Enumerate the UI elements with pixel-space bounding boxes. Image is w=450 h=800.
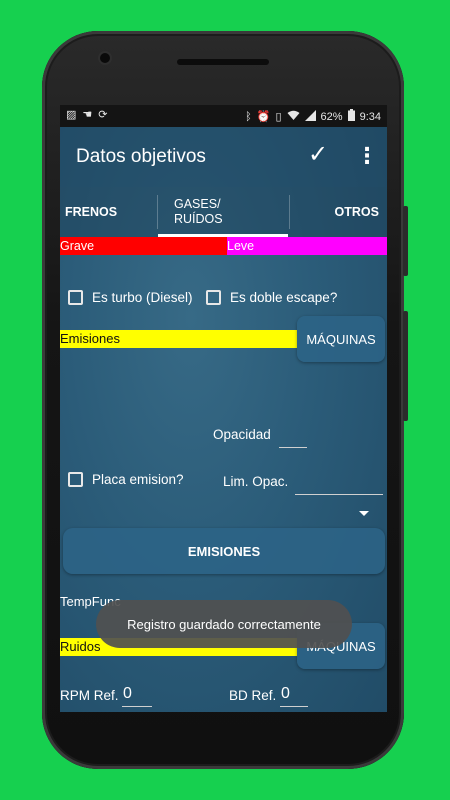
hand-icon: ☚ — [82, 109, 93, 121]
vibrate-icon: ▯ — [275, 110, 282, 123]
opacidad-label: Opacidad — [213, 427, 271, 442]
bd-ref-value[interactable]: 0 — [281, 685, 290, 703]
tab-bar: FRENOS GASES/ RUÍDOS OTROS — [60, 187, 387, 237]
placa-emision-label: Placa emision? — [92, 472, 184, 487]
rpm-ref-label: RPM Ref. — [60, 688, 119, 703]
doble-escape-checkbox-row[interactable]: Es doble escape? — [206, 290, 337, 305]
maquinas-emisiones-button[interactable]: MÁQUINAS — [297, 316, 385, 362]
battery-percent: 62% — [320, 111, 343, 123]
sync-icon: ⟳ — [98, 109, 108, 121]
rpm-ref-input[interactable] — [122, 706, 152, 707]
signal-icon — [304, 109, 316, 125]
bd-ref-label: BD Ref. — [229, 688, 277, 703]
grave-bar: Grave — [60, 237, 227, 255]
doble-escape-checkbox[interactable] — [206, 290, 221, 305]
earpiece-speaker — [177, 59, 269, 65]
bd-ref-input[interactable] — [280, 706, 308, 707]
emisiones-header: Emisiones — [60, 330, 297, 348]
image-icon: ▨ — [66, 109, 77, 121]
lim-opac-label: Lim. Opac. — [223, 474, 289, 489]
toast-message: Registro guardado correctamente — [96, 600, 352, 648]
phone-frame: ▨ ☚ ⟳ ᛒ ⏰ ▯ 62% 9:34 Datos objetivos ✓ ⋮… — [42, 31, 408, 769]
rpm-ref-value[interactable]: 0 — [123, 685, 132, 703]
confirm-check-icon[interactable]: ✓ — [308, 141, 328, 169]
tab-gases-ruidos[interactable]: GASES/ RUÍDOS — [158, 187, 288, 237]
page-title: Datos objetivos — [76, 146, 206, 167]
tab-otros[interactable]: OTROS — [335, 187, 379, 237]
leve-bar: Leve — [227, 237, 387, 255]
turbo-checkbox[interactable] — [68, 290, 83, 305]
battery-icon — [347, 109, 355, 125]
placa-emision-checkbox[interactable] — [68, 472, 83, 487]
tab-ruidos-label: RUÍDOS — [174, 212, 223, 226]
dropdown-arrow-icon[interactable] — [359, 511, 369, 516]
clock: 9:34 — [359, 111, 381, 123]
screen: ▨ ☚ ⟳ ᛒ ⏰ ▯ 62% 9:34 Datos objetivos ✓ ⋮… — [60, 105, 387, 712]
app-bar: Datos objetivos ✓ ⋮ — [60, 127, 387, 187]
emisiones-button[interactable]: EMISIONES — [63, 528, 385, 574]
volume-button — [403, 311, 408, 421]
turbo-label: Es turbo (Diesel) — [92, 290, 193, 305]
status-bar: ▨ ☚ ⟳ ᛒ ⏰ ▯ 62% 9:34 — [60, 105, 387, 127]
doble-escape-label: Es doble escape? — [230, 290, 338, 305]
turbo-checkbox-row[interactable]: Es turbo (Diesel) — [68, 290, 193, 305]
power-button — [403, 206, 408, 276]
overflow-menu-icon[interactable]: ⋮ — [356, 143, 378, 169]
alarm-icon: ⏰ — [256, 110, 271, 123]
wifi-icon — [287, 110, 300, 125]
tab-divider — [289, 195, 290, 229]
tab-frenos[interactable]: FRENOS — [65, 187, 117, 237]
lim-opac-input[interactable] — [295, 494, 383, 495]
bluetooth-icon: ᛒ — [245, 110, 252, 123]
tab-gases-label: GASES/ — [174, 197, 221, 211]
opacidad-input[interactable] — [279, 447, 307, 448]
placa-emision-checkbox-row[interactable]: Placa emision? — [68, 472, 184, 487]
front-camera — [100, 53, 110, 63]
